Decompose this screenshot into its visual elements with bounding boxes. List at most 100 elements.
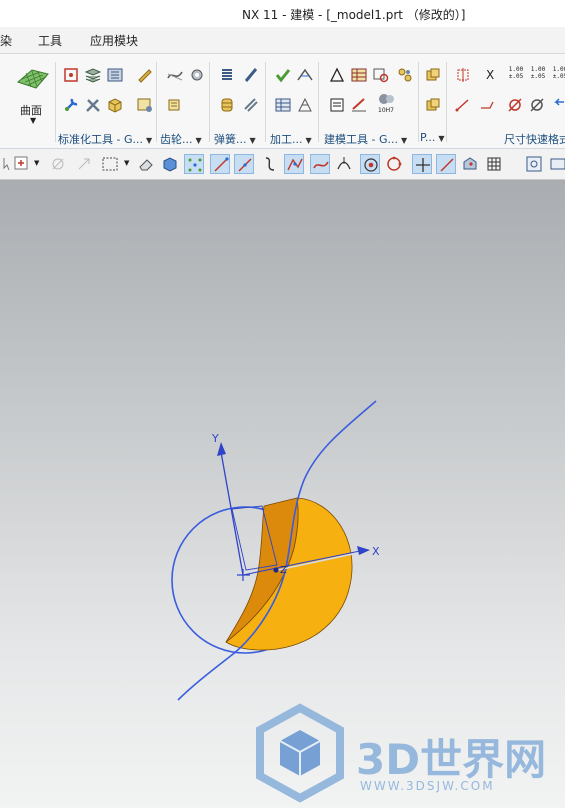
undo-arrow-icon[interactable]	[550, 96, 565, 114]
x-label[interactable]: X	[486, 68, 494, 82]
zoom-fit-icon[interactable]	[372, 66, 390, 84]
ribbon-divider	[418, 62, 419, 142]
model-scene: Y X Z 3D世界网 WWW.3DSJW.COM	[171, 400, 546, 803]
bolt-icon[interactable]	[62, 66, 80, 84]
y-axis-label: Y	[211, 432, 219, 445]
menu-item-application[interactable]: 应用模块	[90, 32, 138, 49]
mesh-icon[interactable]	[296, 96, 314, 114]
menu-item-tools[interactable]: 工具	[38, 32, 62, 49]
z-axis-label: Z	[280, 565, 287, 576]
ribbon-divider	[55, 62, 56, 142]
stack-icon[interactable]	[84, 66, 102, 84]
intersection-icon[interactable]	[284, 154, 304, 174]
x-axis-label: X	[372, 545, 380, 558]
spring-edit-icon[interactable]	[242, 96, 260, 114]
ribbon-divider	[446, 62, 447, 142]
p-parts-icon[interactable]	[424, 96, 442, 114]
ribbon: 曲面 ▼ 标准化工具 - G... ▼ 齿轮... ▼ 弹簧... ▼ 加工... ▼ …	[0, 54, 565, 149]
table-settings-icon[interactable]	[136, 96, 154, 114]
check-mark-icon[interactable]	[274, 66, 292, 84]
group-label-standardization: 标准化工具 - G... ▼	[58, 133, 153, 146]
group-label-dimension-format: 尺寸快速格式	[504, 133, 565, 146]
rectangle-select-icon[interactable]	[100, 154, 120, 174]
point-on-face-icon[interactable]	[460, 154, 480, 174]
fit-tolerance-button[interactable]: 10H7	[376, 92, 398, 118]
solid-body-icon[interactable]	[160, 154, 180, 174]
fit-tolerance-label: 10H7	[378, 107, 394, 114]
eraser-icon[interactable]	[136, 154, 156, 174]
wrench-blue-icon[interactable]	[62, 96, 80, 114]
point-snap-icon[interactable]	[184, 154, 204, 174]
parts-icon[interactable]	[396, 66, 414, 84]
spring-pen-icon[interactable]	[242, 66, 260, 84]
tolerance-value-2[interactable]: 1.00 ±.05	[528, 66, 548, 80]
curve-point-icon[interactable]	[310, 154, 330, 174]
diameter-icon[interactable]	[528, 96, 546, 114]
surface-button[interactable]: 曲面 ▼	[14, 60, 52, 125]
menu-item-render[interactable]: 染	[0, 32, 12, 49]
quadrant-point-icon[interactable]	[384, 154, 404, 174]
title-bar: NX 11 - 建模 - [_model1.prt （修改的）]	[0, 0, 565, 26]
dimension-box-icon[interactable]	[454, 66, 472, 84]
group-label-gear: 齿轮... ▼	[160, 133, 202, 146]
tools-icon[interactable]	[84, 96, 102, 114]
triangle-icon[interactable]	[328, 66, 346, 84]
z-axis-point	[273, 567, 279, 573]
arc-center-icon[interactable]	[360, 154, 380, 174]
dimension-line-icon[interactable]	[454, 96, 472, 114]
grid-icon[interactable]	[484, 154, 504, 174]
dimension-arrow-icon[interactable]	[478, 96, 496, 114]
group-label-p: P... ▼	[420, 131, 445, 144]
snap-off-icon[interactable]	[48, 154, 68, 174]
graphics-window[interactable]: Y X Z 3D世界网 WWW.3DSJW.COM	[0, 180, 565, 808]
watermark-logo-icon	[256, 703, 344, 803]
y-axis-line	[220, 451, 244, 576]
watermark: 3D世界网 WWW.3DSJW.COM	[256, 703, 546, 803]
pencil-edit-icon[interactable]	[136, 66, 154, 84]
group-label-modeling: 建模工具 - G... ▼	[324, 133, 408, 146]
chevron-down-icon[interactable]: ▼	[30, 116, 36, 125]
chevron-down-icon[interactable]: ▼	[124, 159, 129, 167]
gear-icon[interactable]	[188, 66, 206, 84]
origin-marker-icon	[237, 569, 250, 581]
ribbon-divider	[265, 62, 266, 142]
view-orient-icon[interactable]	[548, 154, 565, 174]
group-label-spring: 弹簧... ▼	[214, 133, 256, 146]
menu-bar: 染 工具 应用模块	[0, 27, 565, 54]
control-point-icon[interactable]	[260, 154, 280, 174]
diameter-red-icon[interactable]	[506, 96, 524, 114]
gear-table-icon[interactable]	[166, 96, 184, 114]
chevron-down-icon[interactable]: ▼	[34, 159, 39, 167]
window-title: NX 11 - 建模 - [_model1.prt （修改的）]	[242, 8, 466, 22]
x-axis-arrow-icon	[357, 546, 370, 555]
dimension-edit-icon[interactable]	[350, 96, 368, 114]
p-stack-icon[interactable]	[424, 66, 442, 84]
tangent-icon[interactable]	[334, 154, 354, 174]
spring-coil-icon[interactable]	[218, 96, 236, 114]
tolerance-value-3[interactable]: 1.00 ±.05	[550, 66, 565, 80]
spreadsheet-icon[interactable]	[350, 66, 368, 84]
document-icon[interactable]	[328, 96, 346, 114]
snap-toolbar: ▼ ▼	[0, 149, 565, 180]
move-icon[interactable]	[74, 154, 94, 174]
mid-point-icon[interactable]	[234, 154, 254, 174]
watermark-brand: 3D世界网	[356, 735, 546, 784]
surface-icon	[17, 69, 49, 89]
gear-curve-icon[interactable]	[166, 66, 184, 84]
end-point-icon[interactable]	[210, 154, 230, 174]
point-on-curve-icon[interactable]	[436, 154, 456, 174]
tolerance-value-1[interactable]: 1.00 ±.05	[506, 66, 526, 80]
machining-path-icon[interactable]	[296, 66, 314, 84]
watermark-url: WWW.3DSJW.COM	[360, 779, 495, 793]
view-fit-icon[interactable]	[524, 154, 544, 174]
report-grid-icon[interactable]	[274, 96, 292, 114]
ribbon-divider	[156, 62, 157, 142]
library-icon[interactable]	[106, 66, 124, 84]
ribbon-divider	[209, 62, 210, 142]
spring-stack-icon[interactable]	[218, 66, 236, 84]
cube-tool-icon[interactable]	[106, 96, 124, 114]
ribbon-divider	[318, 62, 319, 142]
existing-point-icon[interactable]	[412, 154, 432, 174]
filter-icon[interactable]	[12, 154, 32, 174]
group-label-machining: 加工... ▼	[270, 133, 312, 146]
